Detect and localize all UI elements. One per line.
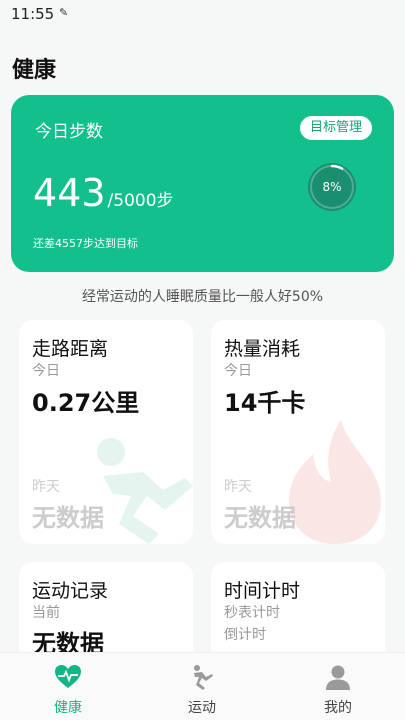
- heart-pulse-icon: [55, 665, 81, 688]
- steps-progress-ring: 8%: [307, 162, 357, 212]
- records-card-title: 运动记录: [32, 580, 109, 602]
- steps-readout: 443/5000步: [33, 171, 174, 215]
- walk-distance-card[interactable]: 走路距离 今日 0.27公里 昨天 无数据: [19, 320, 193, 544]
- exercise-records-card[interactable]: 运动记录 当前 无数据: [19, 562, 193, 662]
- calories-today-value: 14千卡: [224, 389, 306, 417]
- records-current-label: 当前: [32, 605, 60, 621]
- goal-management-button[interactable]: 目标管理: [299, 116, 372, 140]
- progress-label: 8%: [322, 180, 342, 194]
- walk-yesterday-value: 无数据: [32, 504, 104, 532]
- steps-remaining-text: 还差4557步达到目标: [33, 237, 138, 250]
- run-icon: [194, 665, 213, 690]
- flame-icon: [289, 420, 381, 544]
- page-title: 健康: [12, 58, 57, 83]
- status-time: 11:55: [11, 5, 55, 23]
- timer-card[interactable]: 时间计时 秒表计时 倒计时: [211, 562, 385, 662]
- steps-value: 443: [33, 171, 106, 215]
- person-icon: [326, 665, 350, 690]
- status-bar: 11:55 ✎: [0, 0, 405, 30]
- countdown-link[interactable]: 倒计时: [224, 624, 266, 644]
- nav-label-health: 健康: [54, 700, 82, 716]
- calories-card[interactable]: 热量消耗 今日 14千卡 昨天 无数据: [211, 320, 385, 544]
- nav-label-me: 我的: [324, 700, 352, 716]
- walk-card-title: 走路距离: [32, 338, 109, 360]
- nav-item-health[interactable]: 健康: [18, 653, 118, 720]
- calories-card-title: 热量消耗: [224, 338, 301, 360]
- stopwatch-link[interactable]: 秒表计时: [224, 602, 280, 622]
- steps-card[interactable]: 今日步数 目标管理 443/5000步 8% 还差4557步达到目标: [11, 95, 394, 272]
- nav-item-exercise[interactable]: 运动: [152, 653, 252, 720]
- steps-card-title: 今日步数: [35, 122, 103, 142]
- steps-target: /5000步: [107, 191, 174, 211]
- walk-today-label: 今日: [32, 363, 60, 379]
- walk-yesterday-label: 昨天: [32, 479, 60, 495]
- pencil-icon: ✎: [59, 6, 69, 19]
- nav-label-exercise: 运动: [188, 700, 216, 716]
- calories-today-label: 今日: [224, 363, 252, 379]
- calories-yesterday-value: 无数据: [224, 504, 296, 532]
- nav-item-me[interactable]: 我的: [288, 653, 388, 720]
- calories-yesterday-label: 昨天: [224, 479, 252, 495]
- health-tip: 经常运动的人睡眠质量比一般人好50%: [81, 289, 324, 305]
- walk-today-value: 0.27公里: [32, 389, 140, 417]
- timer-card-title: 时间计时: [224, 580, 301, 602]
- bottom-nav: 健康 运动 我的: [0, 652, 405, 720]
